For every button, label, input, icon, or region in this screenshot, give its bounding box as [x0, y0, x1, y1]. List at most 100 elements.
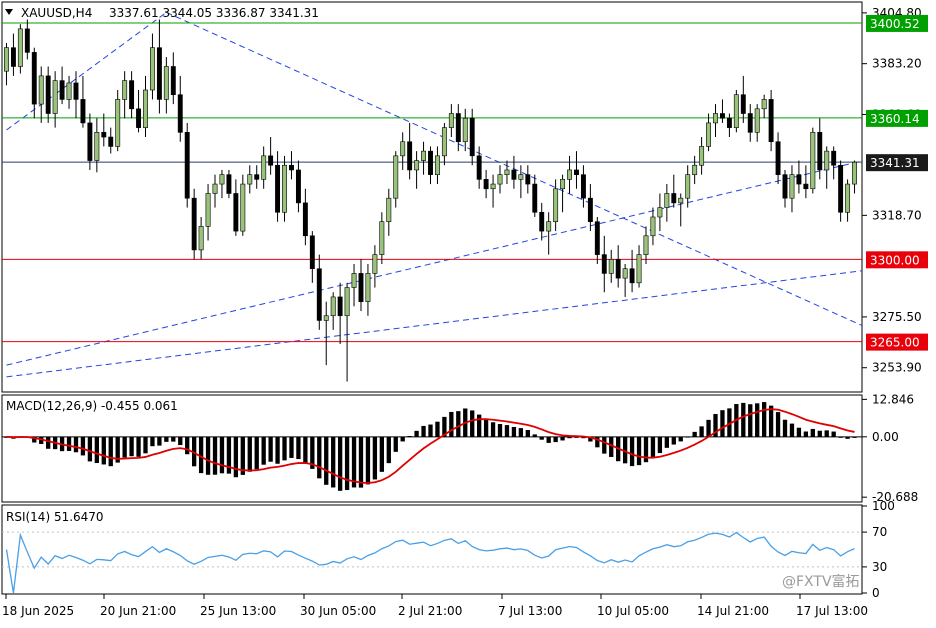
time-tick-label: 14 Jul 21:00	[697, 604, 769, 618]
candle-bull	[810, 132, 816, 190]
macd-bar	[539, 436, 544, 440]
macd-bar	[678, 436, 683, 442]
macd-bar	[511, 426, 517, 437]
macd-bar	[46, 436, 51, 449]
candle-bear	[233, 193, 239, 232]
macd-bar	[143, 436, 148, 454]
candle-bull	[560, 179, 566, 190]
candle-bear	[601, 254, 607, 274]
candle-bear	[594, 221, 600, 255]
time-tick-label: 17 Jul 13:00	[796, 604, 868, 618]
macd-bar	[567, 436, 572, 439]
candle-bear	[775, 141, 781, 175]
candle-bull	[122, 80, 128, 100]
macd-bar	[87, 436, 93, 462]
candle-bull	[490, 183, 496, 190]
macd-bar	[303, 436, 308, 463]
macd-bar	[706, 419, 711, 437]
candle-bull	[789, 174, 795, 199]
macd-bar	[358, 436, 364, 488]
candle-bear	[31, 52, 37, 105]
candle-bull	[657, 207, 663, 218]
candle-bull	[664, 193, 670, 208]
macd-bar	[699, 426, 704, 437]
macd-bar	[671, 436, 676, 445]
candle-bull	[365, 273, 371, 302]
macd-bar	[782, 419, 788, 437]
candle-bull	[261, 155, 267, 180]
time-tick-label: 10 Jul 05:00	[597, 604, 669, 618]
candle-bull	[448, 113, 454, 128]
chart-canvas[interactable]: 3404.803383.203361.603318.703275.503253.…	[0, 0, 936, 624]
macd-bar	[212, 436, 218, 475]
macd-bar	[219, 436, 225, 474]
macd-bar	[664, 436, 669, 448]
macd-bar	[379, 436, 384, 472]
macd-indicator	[2, 402, 862, 491]
candle-bull	[622, 268, 628, 279]
time-tick-label: 30 Jun 05:00	[300, 604, 376, 618]
macd-bar	[205, 436, 211, 475]
macd-bar	[560, 436, 565, 441]
macd-bar	[428, 424, 433, 437]
candle-bull	[608, 259, 614, 274]
macd-bar	[629, 436, 635, 467]
candle-bull	[115, 99, 121, 147]
candle-bear	[740, 94, 746, 114]
candle-bear	[483, 179, 489, 190]
candle-bull	[212, 183, 218, 194]
macd-bar	[150, 436, 155, 447]
candle-bear	[428, 150, 433, 175]
candle-bear	[525, 174, 531, 185]
time-tick-label: 25 Jun 13:00	[200, 604, 276, 618]
price-tick-label: 3275.50	[872, 310, 922, 324]
candle-bull	[518, 174, 524, 180]
candle-bull	[17, 28, 23, 67]
macd-bar	[247, 436, 252, 472]
price-levels	[2, 22, 862, 343]
candle-bull	[706, 122, 712, 147]
candle-bull	[567, 169, 572, 180]
macd-bar	[490, 422, 496, 437]
macd-bar	[504, 425, 510, 437]
macd-bar	[324, 436, 329, 485]
candle-bull	[546, 221, 552, 232]
candle-bear	[615, 259, 621, 279]
candle-bear	[747, 113, 753, 133]
collapse-triangle-icon[interactable]	[5, 9, 13, 15]
macd-bar	[414, 430, 419, 437]
macd-bar	[268, 436, 273, 462]
rsi-title: RSI(14) 51.6470	[6, 510, 104, 524]
macd-bar	[386, 436, 391, 464]
macd-bar	[421, 425, 426, 437]
macd-bar	[650, 436, 656, 458]
rsi-line	[5, 531, 855, 594]
candle-bear	[476, 155, 482, 180]
macd-bar	[296, 436, 301, 460]
macd-bar	[435, 421, 440, 437]
trendlines	[6, 11, 862, 378]
candle-bear	[170, 66, 176, 96]
candle-bear	[129, 80, 135, 110]
candle-bull	[38, 75, 44, 105]
candle-bear	[45, 75, 51, 114]
candle-bull	[351, 273, 357, 288]
candle-bull	[163, 66, 169, 100]
candle-bull	[94, 132, 100, 161]
macd-bar	[136, 436, 141, 457]
candle-bull	[497, 174, 503, 185]
candle-bull	[504, 169, 510, 175]
macd-bar	[66, 436, 72, 451]
candle-bull	[685, 174, 691, 199]
macd-bar	[185, 436, 190, 455]
candle-bull	[754, 108, 760, 133]
candle-bull	[282, 164, 287, 213]
candle-bull	[143, 89, 148, 128]
macd-bar	[331, 436, 336, 488]
candle-bear	[407, 141, 413, 171]
candle-bull	[4, 47, 9, 72]
macd-bar	[824, 430, 829, 437]
candle-bull	[386, 197, 392, 222]
candle-bull	[149, 47, 155, 91]
ohlc-values: 3337.61 3344.05 3336.87 3341.31	[109, 6, 319, 20]
